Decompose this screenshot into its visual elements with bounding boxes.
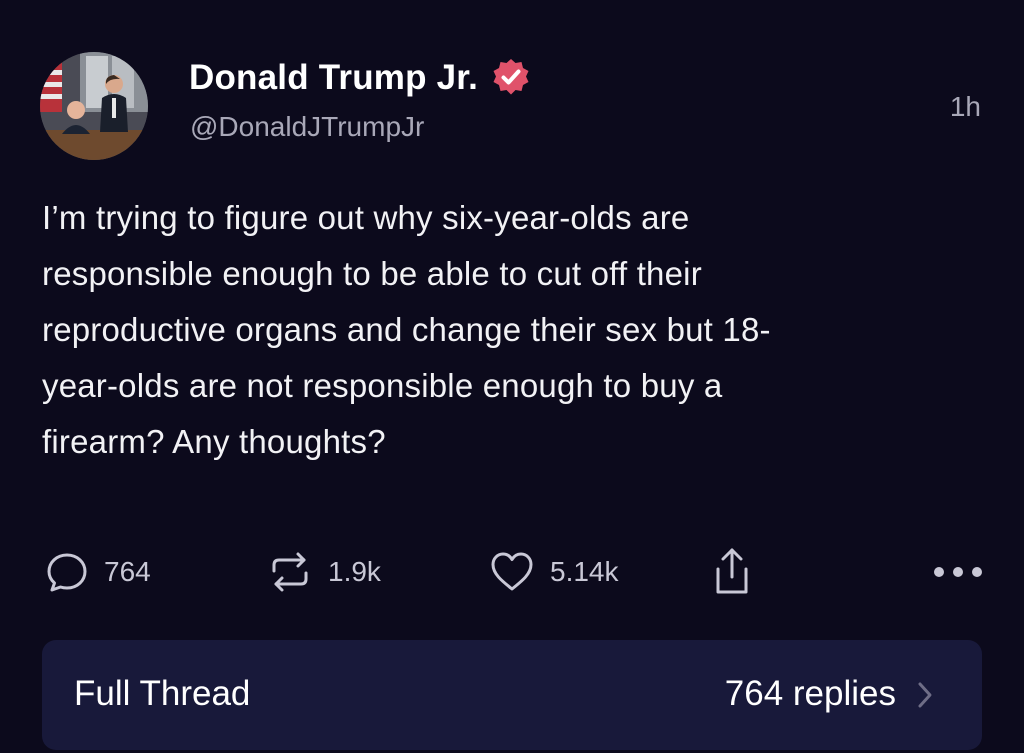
speech-bubble-icon: [44, 549, 90, 595]
reply-button[interactable]: 764: [44, 546, 151, 598]
more-dots-icon: [932, 565, 984, 579]
more-options-button[interactable]: [932, 546, 984, 598]
like-button[interactable]: 5.14k: [488, 546, 619, 598]
post-text-line: firearm? Any thoughts?: [42, 423, 386, 460]
like-count: 5.14k: [550, 556, 619, 587]
author-display-name[interactable]: Donald Trump Jr.: [189, 58, 478, 98]
post-card: Donald Trump Jr. @DonaldJTrumpJr 1h I’m …: [0, 0, 1024, 753]
reply-count: 764: [104, 556, 151, 587]
post-text: I’m trying to figure out why six-year-ol…: [42, 190, 982, 470]
repost-count: 1.9k: [328, 556, 381, 587]
post-timestamp: 1h: [949, 91, 981, 122]
repost-arrows-icon: [266, 549, 314, 595]
heart-icon: [488, 549, 536, 595]
avatar[interactable]: [40, 52, 148, 160]
thread-replies-count: 764 replies: [724, 674, 896, 713]
repost-button[interactable]: 1.9k: [266, 546, 381, 598]
share-button[interactable]: [712, 546, 752, 598]
share-icon: [712, 547, 752, 597]
post-text-line: reproductive organs and change their sex…: [42, 311, 771, 348]
verified-badge-icon: [490, 57, 532, 99]
author-handle[interactable]: @DonaldJTrumpJr: [190, 111, 424, 143]
full-thread-button[interactable]: Full Thread 764 replies: [42, 640, 982, 750]
avatar-photo: [40, 52, 148, 160]
full-thread-label: Full Thread: [74, 674, 251, 713]
post-text-line: I’m trying to figure out why six-year-ol…: [42, 199, 690, 236]
post-text-line: responsible enough to be able to cut off…: [42, 255, 702, 292]
chevron-right-icon: [916, 680, 934, 715]
post-text-line: year-olds are not responsible enough to …: [42, 367, 723, 404]
action-bar: 764 1.9k 5.14k: [44, 546, 984, 598]
author-name-row: Donald Trump Jr.: [189, 57, 532, 99]
